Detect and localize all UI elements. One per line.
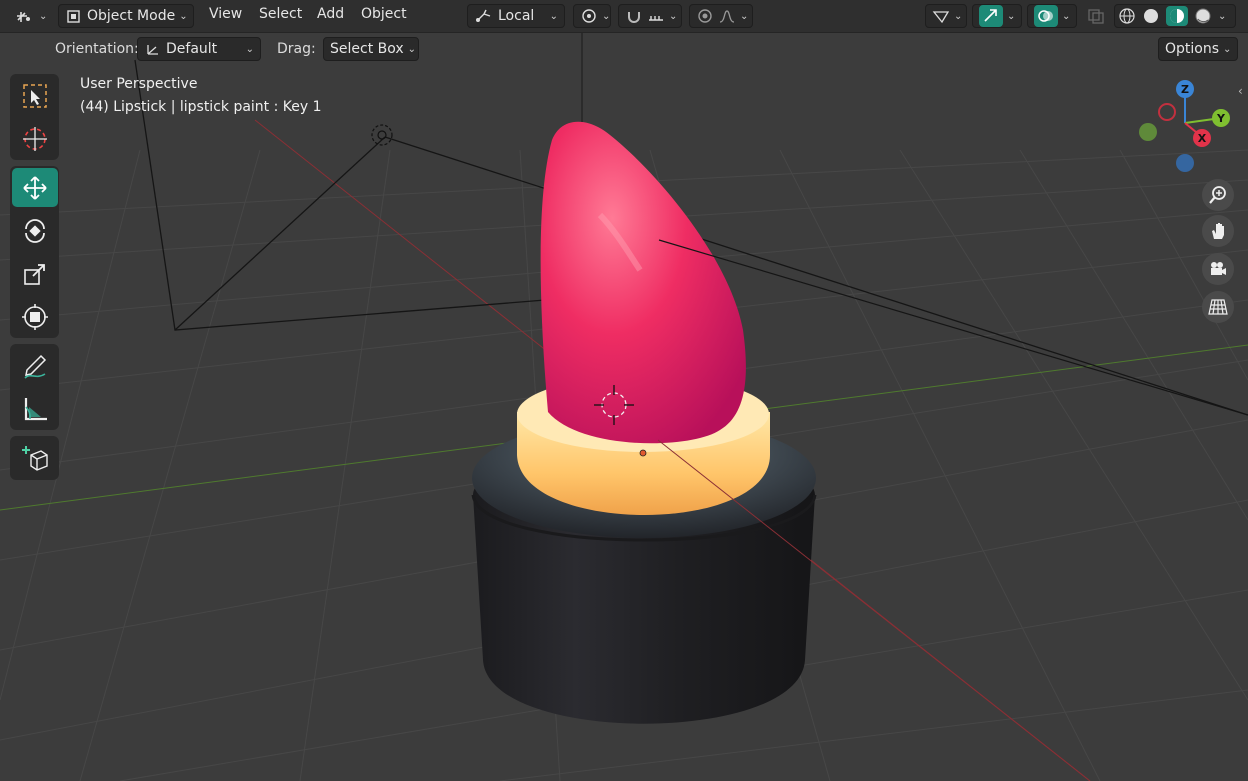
chevron-down-icon: ⌄ xyxy=(39,10,48,22)
orientation-axes-icon xyxy=(144,41,162,57)
gizmo-icon xyxy=(979,5,1003,27)
tool-settings-header: Orientation: Default ⌄ Drag: Select Box … xyxy=(0,34,1248,64)
measure-icon xyxy=(24,397,47,420)
snapping-controls[interactable]: ⌄ xyxy=(618,4,682,28)
tool-select-box[interactable] xyxy=(12,76,58,115)
menu-select[interactable]: Select xyxy=(259,6,302,22)
chevron-down-icon: ⌄ xyxy=(954,10,963,22)
snap-increment-icon xyxy=(647,8,665,24)
chevron-down-icon: ⌄ xyxy=(1007,10,1016,22)
chevron-down-icon: ⌄ xyxy=(1218,10,1227,22)
chevron-down-icon: ⌄ xyxy=(602,10,611,22)
tool-rotate[interactable] xyxy=(12,211,58,250)
light-object xyxy=(371,124,393,146)
zoom-button[interactable] xyxy=(1202,179,1234,211)
tool-add-cube[interactable] xyxy=(12,438,58,478)
transform-icon xyxy=(21,303,48,330)
tool-scale[interactable] xyxy=(12,254,58,293)
chevron-down-icon: ⌄ xyxy=(549,10,558,22)
lipstick-bullet xyxy=(540,121,746,444)
sidebar-toggle-icon[interactable]: ‹ xyxy=(1238,84,1243,98)
overlays-icon xyxy=(1034,5,1058,27)
perspective-toggle-button[interactable] xyxy=(1202,291,1234,323)
gizmo-z-axis[interactable]: Z xyxy=(1176,80,1194,98)
viewport-header: ⌄ Object Mode ⌄ View Select Add Object L… xyxy=(0,0,1248,33)
chevron-down-icon: ⌄ xyxy=(1223,43,1232,55)
selectability-dropdown[interactable]: ⌄ xyxy=(925,4,967,28)
gizmo-neg-z-axis[interactable] xyxy=(1176,154,1194,172)
mode-label: Object Mode xyxy=(87,8,176,24)
overlays-toggle[interactable]: ⌄ xyxy=(1027,4,1077,28)
pan-button[interactable] xyxy=(1202,215,1234,247)
move-icon xyxy=(22,175,47,200)
transform-orientation-dropdown[interactable]: Local ⌄ xyxy=(467,4,565,28)
drag-value: Select Box xyxy=(330,41,404,57)
pivot-point-icon xyxy=(580,8,598,24)
tool-measure[interactable] xyxy=(12,389,58,428)
chevron-down-icon: ⌄ xyxy=(740,10,749,22)
options-label: Options xyxy=(1165,41,1220,57)
chevron-down-icon: ⌄ xyxy=(407,43,417,55)
annotate-icon xyxy=(23,354,46,379)
rendered-shading-icon[interactable] xyxy=(1194,7,1212,25)
proportional-editing[interactable]: ⌄ xyxy=(689,4,753,28)
falloff-curve-icon xyxy=(718,8,736,24)
options-dropdown[interactable]: Options ⌄ xyxy=(1158,37,1238,61)
shading-modes[interactable]: ⌄ xyxy=(1114,4,1236,28)
orientation-label: Orientation: xyxy=(55,41,139,57)
chevron-down-icon: ⌄ xyxy=(669,10,678,22)
chevron-down-icon: ⌄ xyxy=(179,10,188,22)
camera-icon xyxy=(1211,262,1226,275)
scale-icon xyxy=(23,263,45,285)
gizmo-neg-y-axis[interactable] xyxy=(1139,123,1157,141)
drag-dropdown[interactable]: Select Box ⌄ xyxy=(323,37,419,61)
tool-cursor[interactable] xyxy=(12,119,58,158)
orientation-dropdown[interactable]: Default ⌄ xyxy=(137,37,261,61)
tool-move[interactable] xyxy=(11,168,58,207)
perspective-label: User Perspective xyxy=(80,76,198,92)
solid-shading-icon[interactable] xyxy=(1142,7,1160,25)
gizmo-y-axis[interactable]: Y xyxy=(1212,109,1230,127)
select-box-icon xyxy=(22,83,47,108)
chevron-down-icon: ⌄ xyxy=(245,43,254,55)
chevron-down-icon: ⌄ xyxy=(1062,10,1071,22)
toolbar-group-annotate xyxy=(10,344,59,430)
pivot-point-dropdown[interactable]: ⌄ xyxy=(573,4,611,28)
menu-object[interactable]: Object xyxy=(361,6,407,22)
object-mode-icon xyxy=(65,8,83,24)
xray-icon[interactable] xyxy=(1087,8,1105,24)
add-cube-icon xyxy=(21,446,48,471)
tool-transform[interactable] xyxy=(12,297,58,336)
menu-add[interactable]: Add xyxy=(317,6,344,22)
camera-view-button[interactable] xyxy=(1202,253,1234,285)
toolbar-group-add xyxy=(10,436,59,480)
gizmo-neg-x-axis[interactable] xyxy=(1158,103,1176,121)
mode-dropdown[interactable]: Object Mode ⌄ xyxy=(58,4,194,28)
zoom-icon xyxy=(1209,186,1226,204)
wireframe-shading-icon[interactable] xyxy=(1118,7,1136,25)
navigation-gizmo[interactable]: Z Y X xyxy=(1130,76,1240,176)
gizmo-x-axis[interactable]: X xyxy=(1193,129,1211,147)
cursor-icon xyxy=(22,126,47,151)
hand-icon xyxy=(1212,223,1224,239)
cursor-visibility-icon xyxy=(932,8,950,24)
snap-magnet-icon xyxy=(625,8,643,24)
grid-perspective-icon xyxy=(1208,299,1228,315)
viewport-canvas[interactable] xyxy=(0,0,1248,781)
orientation-value: Default xyxy=(166,41,218,57)
tool-annotate[interactable] xyxy=(12,346,58,385)
material-preview-icon[interactable] xyxy=(1166,6,1188,26)
toolbar-group-select xyxy=(10,74,59,160)
proportional-edit-icon xyxy=(696,8,714,24)
editor-type-icon xyxy=(15,8,35,24)
rotate-icon xyxy=(24,218,45,243)
orientation-local-label: Local xyxy=(498,8,535,24)
toolbar-group-transform xyxy=(10,166,59,338)
drag-label: Drag: xyxy=(277,41,316,57)
object-info-label: (44) Lipstick | lipstick paint : Key 1 xyxy=(80,99,322,115)
editor-type-button[interactable]: ⌄ xyxy=(8,4,54,28)
gizmo-toggle[interactable]: ⌄ xyxy=(972,4,1022,28)
menu-view[interactable]: View xyxy=(209,6,242,22)
orientation-local-icon xyxy=(474,8,494,24)
